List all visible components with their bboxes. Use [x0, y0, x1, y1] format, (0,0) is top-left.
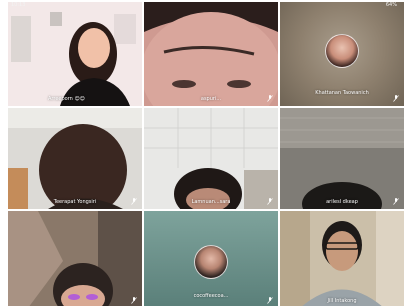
- mic-muted-icon: [131, 297, 137, 304]
- participant-video: [144, 2, 278, 106]
- participant-video: [8, 108, 142, 209]
- participant-name: arilesl dkeap: [326, 199, 358, 205]
- participant-name: Teerapat Yongsiri: [53, 199, 97, 205]
- participant-name: cocoffeecoa...: [193, 293, 229, 299]
- participant-video: [280, 108, 404, 209]
- participant-tile[interactable]: aspuri...: [144, 2, 278, 106]
- mic-muted-icon: [267, 95, 273, 102]
- participant-tile[interactable]: [8, 211, 142, 306]
- participant-name: Lamnuan...sara: [191, 199, 231, 205]
- participant-video: [280, 211, 404, 306]
- status-time: 10:13: [11, 2, 26, 8]
- participant-tile[interactable]: Lamnuan...sara: [144, 108, 278, 209]
- mic-muted-icon: [267, 198, 273, 205]
- avatar: [194, 245, 228, 279]
- avatar: [325, 34, 359, 68]
- participant-video: [144, 108, 278, 209]
- mic-muted-icon: [267, 297, 273, 304]
- status-bar: 10:13 64%: [8, 0, 400, 10]
- participant-name: Khattanan Taowanich: [315, 90, 369, 96]
- participant-name: Jill Intakong: [327, 298, 357, 304]
- participant-name: aspuri...: [200, 96, 222, 102]
- participant-tile[interactable]: cocoffeecoa...: [144, 211, 278, 306]
- participant-video: [8, 2, 142, 106]
- participant-tile[interactable]: Khattanan Taowanich: [280, 2, 404, 106]
- mic-muted-icon: [131, 198, 137, 205]
- participant-grid: Arreeporn 😊😊 aspuri... Khattanan Taowani…: [8, 2, 404, 306]
- status-battery: 64%: [385, 2, 397, 8]
- mic-muted-icon: [393, 198, 399, 205]
- participant-tile[interactable]: Jill Intakong: [280, 211, 404, 306]
- participant-name: Arreeporn 😊😊: [48, 96, 85, 102]
- participant-tile[interactable]: arilesl dkeap: [280, 108, 404, 209]
- mic-muted-icon: [393, 95, 399, 102]
- participant-tile[interactable]: Teerapat Yongsiri: [8, 108, 142, 209]
- participant-tile[interactable]: Arreeporn 😊😊: [8, 2, 142, 106]
- participant-video: [8, 211, 142, 306]
